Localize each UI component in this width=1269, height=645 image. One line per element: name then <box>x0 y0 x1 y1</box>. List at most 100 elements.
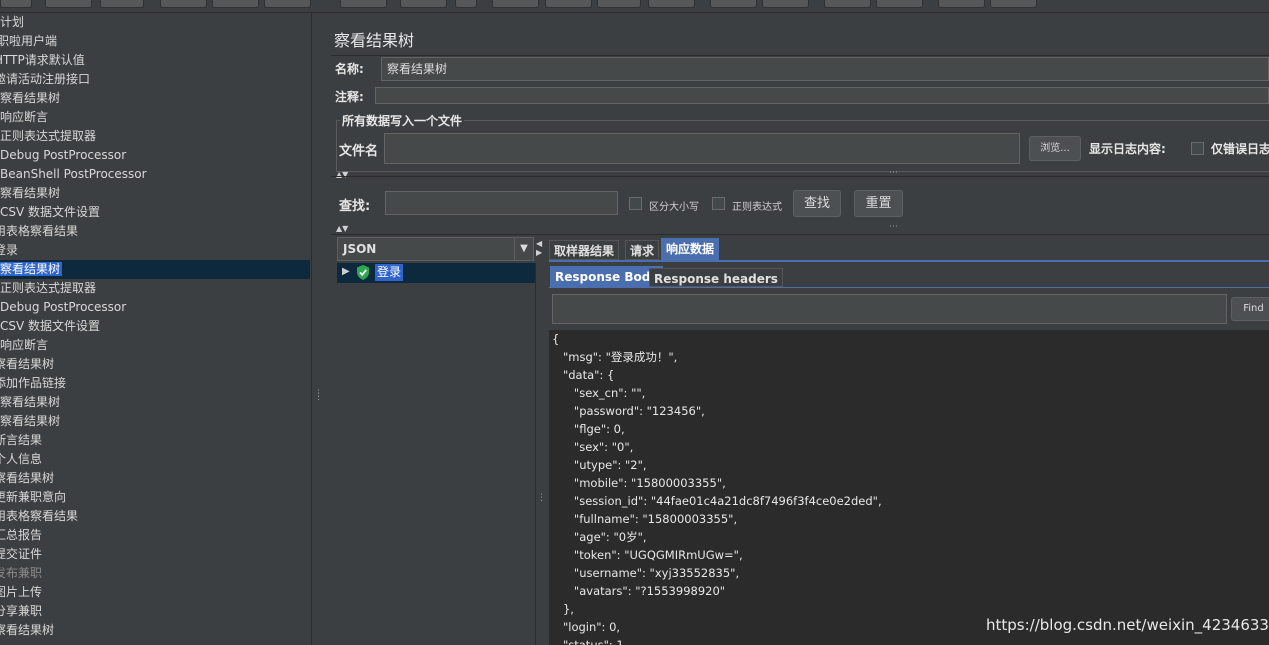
comment-field[interactable] <box>375 87 1269 104</box>
tree-item-selected[interactable]: 察看结果树 <box>0 260 310 279</box>
tab-response-data[interactable]: 响应数据 <box>661 238 720 260</box>
browse-button[interactable]: 浏览... <box>1029 136 1081 161</box>
errors-only-checkbox[interactable] <box>1191 142 1204 155</box>
results-splitter[interactable]: ◀ ▶ ⋮ <box>536 237 546 645</box>
tree-item[interactable]: 察看结果树 <box>0 184 60 203</box>
json-line: "flge": 0, <box>552 422 625 436</box>
tree-item[interactable]: 察看结果树 <box>0 469 54 488</box>
tree-item[interactable]: 察看结果树 <box>0 621 54 640</box>
tree-item[interactable]: 计划 <box>0 13 24 32</box>
toolbar-button[interactable] <box>212 0 259 8</box>
name-label: 名称: <box>335 62 364 76</box>
renderer-select[interactable]: JSON ▼ <box>337 237 534 261</box>
toolbar-button[interactable] <box>597 0 641 8</box>
search-label: 查找: <box>339 199 371 214</box>
tree-item[interactable]: 断言结果 <box>0 431 42 450</box>
filename-field[interactable] <box>384 133 1020 164</box>
chevron-down-icon[interactable]: ▼ <box>514 238 533 260</box>
tree-item[interactable]: CSV 数据文件设置 <box>0 317 100 336</box>
tree-item-disabled[interactable]: 发布兼职 <box>0 564 42 583</box>
json-line: "data": { <box>552 368 615 382</box>
json-line: "status": 1 <box>552 638 624 645</box>
toolbar-button[interactable] <box>545 0 592 8</box>
regex-checkbox[interactable] <box>712 197 725 210</box>
splitter-grip-icon: ⋯ <box>889 168 898 178</box>
toolbar-button[interactable] <box>45 0 92 8</box>
log-content-label: 显示日志内容: <box>1089 142 1166 156</box>
filename-label: 文件名 <box>339 144 379 159</box>
tree-item[interactable]: 察看结果树 <box>0 393 60 412</box>
renderer-value: JSON <box>343 242 377 256</box>
toolbar-button[interactable] <box>0 0 32 8</box>
json-line: "msg": "登录成功！", <box>552 350 678 364</box>
tree-item[interactable]: 正则表达式提取器 <box>0 127 96 146</box>
tree-item[interactable]: BeanShell PostProcessor <box>0 165 147 184</box>
splitter-grip-icon: ⋯ <box>889 222 898 232</box>
tree-item[interactable]: 响应断言 <box>0 336 48 355</box>
toolbar-button[interactable] <box>400 0 447 8</box>
tree-item[interactable]: 察看结果树 <box>0 89 60 108</box>
tree-item[interactable]: 登录 <box>0 241 18 260</box>
expand-arrow-icon[interactable]: ▶ <box>342 266 350 277</box>
collapse-arrows-icon[interactable]: ▲▼ <box>336 170 348 179</box>
tab-response-body[interactable]: Response Body <box>550 266 664 287</box>
toolbar-button[interactable] <box>938 0 985 8</box>
toolbar-button[interactable] <box>762 0 809 8</box>
toolbar-button[interactable] <box>648 0 695 8</box>
toolbar-button[interactable] <box>876 0 923 8</box>
tree-item[interactable]: 图片上传 <box>0 583 42 602</box>
tree-item[interactable]: 用表格察看结果 <box>0 222 78 241</box>
tree-item[interactable]: CSV 数据文件设置 <box>0 203 100 222</box>
toolbar-button[interactable] <box>492 0 539 8</box>
tree-item[interactable]: 汇总报告 <box>0 526 42 545</box>
json-line: "mobile": "15800003355", <box>552 476 726 490</box>
tree-item[interactable]: HTTP请求默认值 <box>0 51 85 70</box>
reset-button[interactable]: 重置 <box>854 190 903 217</box>
toolbar-button[interactable] <box>160 0 207 8</box>
json-line: "session_id": "44fae01c4a21dc8f7496f3f4c… <box>552 494 882 508</box>
collapse-arrows-icon[interactable]: ◀ ▶ <box>536 239 542 257</box>
tree-item[interactable]: 个人信息 <box>0 450 42 469</box>
search-input[interactable] <box>385 191 618 215</box>
toolbar-button[interactable] <box>710 0 757 8</box>
watermark-text: https://blog.csdn.net/weixin_42346330 <box>986 616 1269 634</box>
tree-item[interactable]: 正则表达式提取器 <box>0 279 96 298</box>
tree-item[interactable]: 用表格察看结果 <box>0 507 78 526</box>
tree-item[interactable]: 职啦用户端 <box>0 32 57 51</box>
tree-item[interactable]: 提交证件 <box>0 545 42 564</box>
json-line: "password": "123456", <box>552 404 705 418</box>
panel-title: 察看结果树 <box>334 31 415 50</box>
tree-item[interactable]: 添加作品链接 <box>0 374 66 393</box>
tree-item[interactable]: 察看结果树 <box>0 355 54 374</box>
tree-item[interactable]: 分享兼职 <box>0 602 42 621</box>
errors-only-label: 仅错误日志 <box>1211 142 1269 156</box>
tree-item[interactable]: 更新兼职意向 <box>0 488 66 507</box>
tree-item[interactable]: 察看结果树 <box>0 412 60 431</box>
toolbar-button[interactable] <box>264 0 311 8</box>
toolbar-button[interactable] <box>824 0 871 8</box>
response-find-button[interactable]: Find <box>1231 297 1269 321</box>
toolbar-button[interactable] <box>990 0 1037 8</box>
tree-item[interactable]: Debug PostProcessor <box>0 146 126 165</box>
result-row-selected[interactable]: ▶ 登录 <box>337 263 535 283</box>
collapse-arrows-icon[interactable]: ▲▼ <box>336 224 348 233</box>
json-line: "age": "0岁", <box>552 530 647 544</box>
tree-item[interactable]: 响应断言 <box>0 108 48 127</box>
find-button[interactable]: 查找 <box>793 190 841 217</box>
toolbar-button[interactable] <box>455 0 477 8</box>
tree-item[interactable]: Debug PostProcessor <box>0 298 126 317</box>
response-find-input[interactable] <box>552 294 1227 324</box>
tab-response-headers[interactable]: Response headers <box>649 268 783 287</box>
name-field[interactable]: 察看结果树 <box>381 57 1269 81</box>
tree-item[interactable]: 邀请活动注册接口 <box>0 70 90 89</box>
json-line: "fullname": "15800003355", <box>552 512 738 526</box>
toolbar-button[interactable] <box>340 0 387 8</box>
tab-request[interactable]: 请求 <box>625 240 660 260</box>
case-sensitive-checkbox[interactable] <box>629 197 642 210</box>
success-shield-icon <box>356 265 370 284</box>
results-tree: ▶ 登录 <box>337 263 536 645</box>
toolbar-button[interactable] <box>100 0 144 8</box>
tab-sampler-result[interactable]: 取样器结果 <box>549 240 620 260</box>
json-line: "avatars": "?1553998920" <box>552 584 726 598</box>
response-body-viewer[interactable]: { "msg": "登录成功！", "data": { "sex_cn": ""… <box>549 330 1269 645</box>
